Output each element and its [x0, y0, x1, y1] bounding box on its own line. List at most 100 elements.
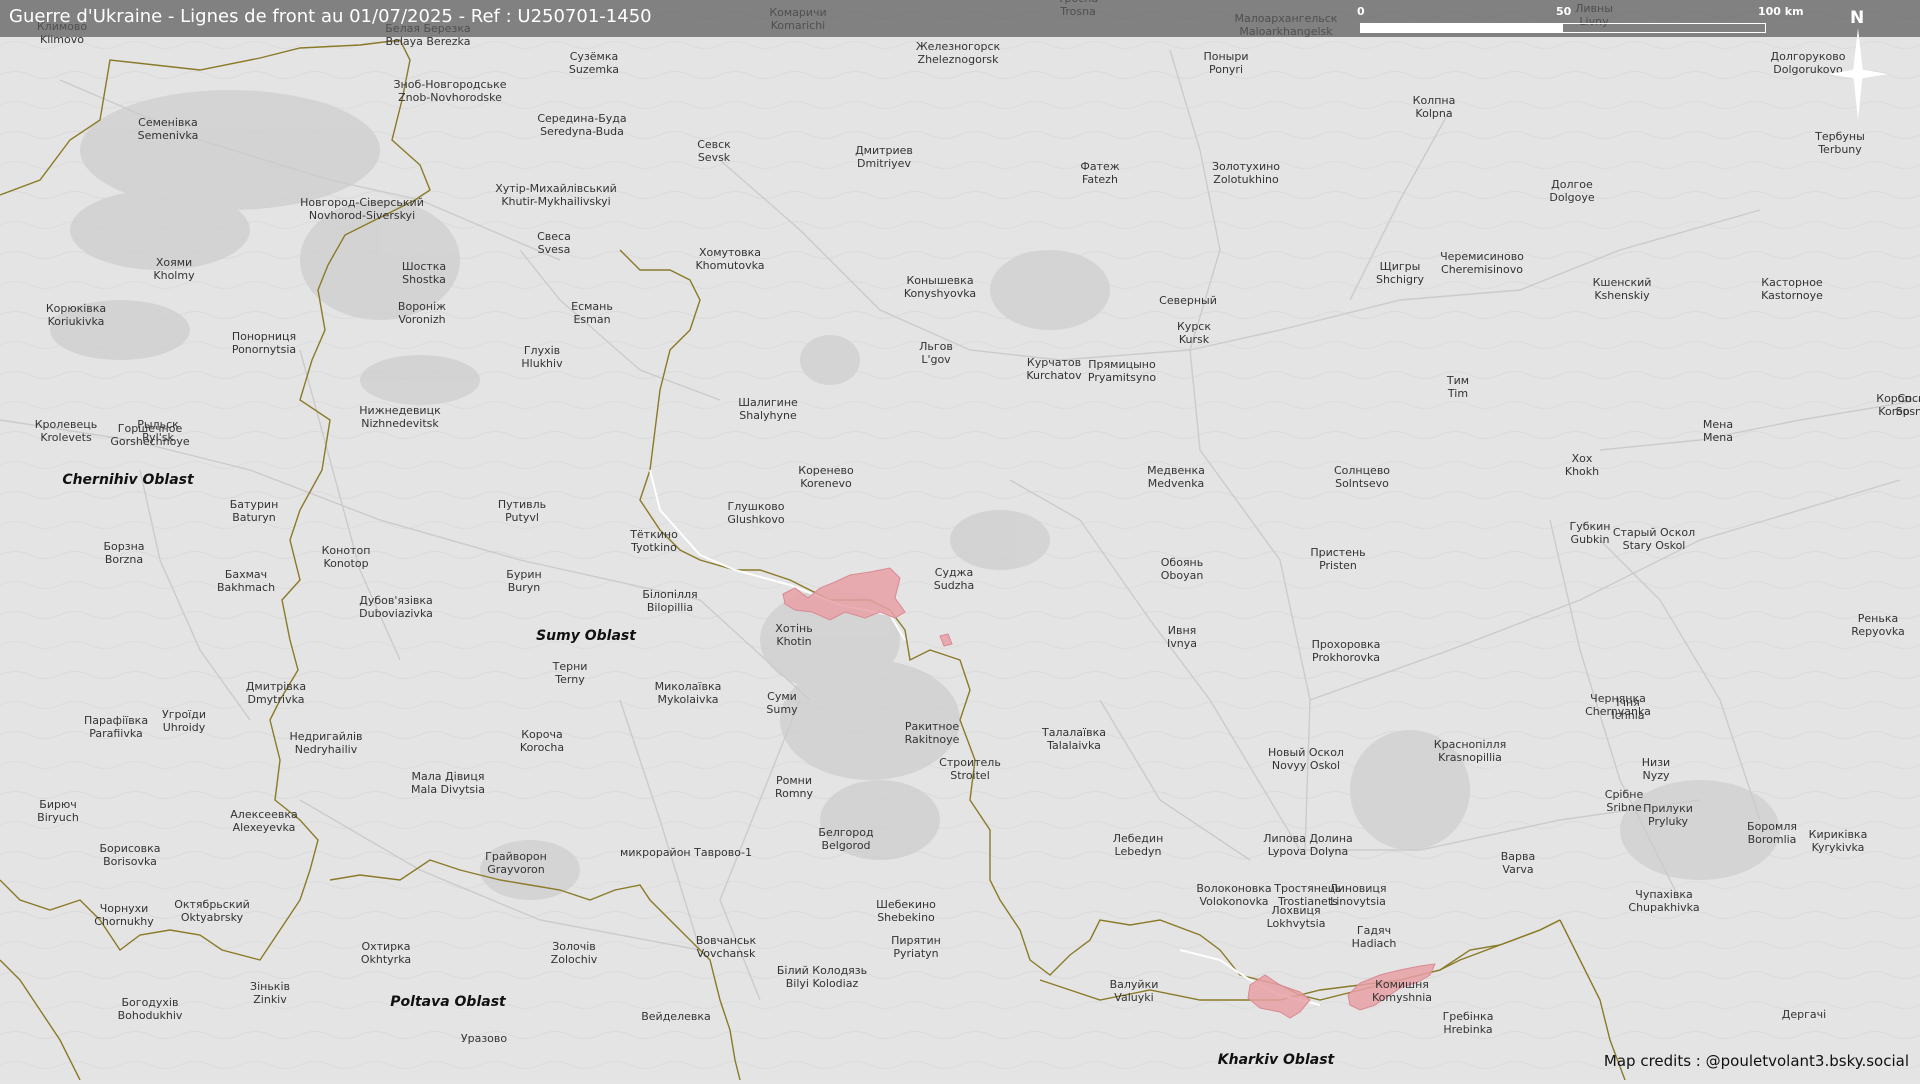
place-name-cyrillic: Мала Дівиця: [412, 770, 485, 783]
place-label: ПрямицыноPryamitsyno: [1088, 358, 1157, 384]
place-name-cyrillic: Нижнедевицк: [359, 404, 441, 417]
place-name-latin: Pristen: [1319, 559, 1357, 572]
place-name-cyrillic: Касторное: [1761, 276, 1823, 289]
place-label: ПонорницяPonornytsia: [232, 330, 296, 356]
place-label: ГоршечноеGorshechnoye: [110, 422, 189, 448]
place-name-latin: Zheleznogorsk: [918, 53, 1000, 66]
place-name-latin: Kurchatov: [1026, 369, 1082, 382]
place-label: ХомутовкаKhomutovka: [695, 246, 764, 272]
place-label: ОбояньOboyan: [1161, 556, 1204, 582]
place-name-cyrillic: Угроїди: [162, 708, 206, 721]
place-name-cyrillic: Дмитриев: [855, 144, 913, 157]
place-label: ГубкинGubkin: [1570, 520, 1611, 546]
place-label: ШебекиноShebekino: [876, 898, 936, 924]
place-label: БуринBuryn: [506, 568, 541, 594]
place-name-latin: Kolpna: [1415, 107, 1452, 120]
compass-star-icon: [1828, 28, 1888, 120]
place-name-cyrillic: Октябрьский: [174, 898, 250, 911]
place-name-cyrillic: Северный: [1159, 294, 1217, 307]
place-label: ПарафіївкаParafiivka: [84, 714, 148, 740]
place-label: СуджаSudzha: [934, 566, 974, 592]
place-label: Северный: [1159, 294, 1217, 307]
place-name-cyrillic: Тёткино: [629, 528, 678, 541]
place-label: ВороніжVoronizh: [398, 300, 446, 326]
place-name-latin: Krasnopillia: [1438, 751, 1502, 764]
place-name-cyrillic: Дмитрівка: [246, 680, 306, 693]
place-label: ЧупахівкаChupakhivka: [1628, 888, 1699, 914]
place-name-cyrillic: Льгов: [919, 340, 953, 353]
place-label: НижнедевицкNizhnedevitsk: [359, 404, 441, 430]
place-name-latin: Novhorod-Siverskyi: [309, 209, 415, 222]
place-label: Дергачі: [1782, 1008, 1826, 1021]
place-name-latin: Repyovka: [1851, 625, 1905, 638]
place-name-cyrillic: Тим: [1446, 374, 1469, 387]
place-name-latin: Stroitel: [950, 769, 990, 782]
scale-label-0: 0: [1357, 5, 1365, 18]
place-name-cyrillic: Чорнухи: [100, 902, 149, 915]
place-name-cyrillic: Горшечное: [118, 422, 183, 435]
place-name-latin: Pryamitsyno: [1088, 371, 1157, 384]
place-label: ШосткаShostka: [402, 260, 446, 286]
place-name-latin: Nedryhailiv: [295, 743, 358, 756]
place-name-cyrillic: Зіньків: [250, 980, 290, 993]
place-name-latin: Prokhorovka: [1312, 651, 1380, 664]
place-label: ЖелезногорскZheleznogorsk: [916, 40, 1001, 66]
place-name-cyrillic: Шостка: [402, 260, 446, 273]
place-label: ВовчанськVovchansk: [696, 934, 757, 960]
place-label: Липова ДолинаLypova Dolyna: [1263, 832, 1353, 858]
place-name-latin: Khokh: [1565, 465, 1599, 478]
map-canvas[interactable]: КомаричиKomarichiТроснаTrosnaМалоарханге…: [0, 0, 1920, 1081]
place-name-cyrillic: Суджа: [935, 566, 973, 579]
place-label: ЛохвицяLokhvytsia: [1267, 904, 1326, 930]
place-label: УгроїдиUhroidy: [162, 708, 206, 734]
place-label: КшенскийKshenskiy: [1593, 276, 1652, 302]
place-name-latin: Suzemka: [569, 63, 619, 76]
place-name-latin: Khotin: [776, 635, 811, 648]
place-name-cyrillic: Бурин: [506, 568, 541, 581]
place-label: КорюківкаKoriukivka: [46, 302, 106, 328]
place-label: ВалуйкиValuyki: [1110, 978, 1159, 1004]
place-label: Мала ДівицяMala Divytsia: [411, 770, 485, 796]
place-name-latin: Konyshyovka: [904, 287, 976, 300]
place-name-cyrillic: Железногорск: [916, 40, 1001, 53]
place-name-cyrillic: Гребінка: [1443, 1010, 1494, 1023]
place-name-cyrillic: Низи: [1642, 756, 1670, 769]
place-name-cyrillic: Белгород: [818, 826, 874, 839]
place-name-cyrillic: Вороніж: [398, 300, 446, 313]
place-name-latin: Koriukivka: [48, 315, 105, 328]
place-name-latin: Korenevo: [800, 477, 852, 490]
place-name-latin: Sribne: [1606, 801, 1642, 814]
place-name-latin: Buryn: [508, 581, 541, 594]
place-name-cyrillic: Хомутовка: [699, 246, 761, 259]
place-name-latin: Sosnytsia: [1896, 405, 1920, 418]
place-label: БелгородBelgorod: [818, 826, 874, 852]
place-label: КорочаKorocha: [520, 728, 564, 754]
place-name-latin: Nyzy: [1642, 769, 1670, 782]
place-label: КолпнаKolpna: [1413, 94, 1456, 120]
place-name-cyrillic: Прохоровка: [1312, 638, 1381, 651]
place-label: Дубов'язівкаDuboviazivka: [359, 594, 433, 620]
place-name-cyrillic: Прилуки: [1643, 802, 1693, 815]
north-label: N: [1850, 8, 1865, 28]
place-label: ЧеремисиновоCheremisinovo: [1440, 250, 1524, 276]
place-name-cyrillic: Ренька: [1858, 612, 1898, 625]
place-name-latin: Fatezh: [1082, 173, 1118, 186]
place-label: СолнцевоSolntsevo: [1334, 464, 1390, 490]
place-name-latin: Alexeyevka: [233, 821, 296, 834]
place-name-latin: Zolotukhino: [1213, 173, 1279, 186]
place-name-cyrillic: Щигры: [1380, 260, 1421, 273]
place-name-latin: Biryuch: [37, 811, 79, 824]
place-name-latin: Terny: [554, 673, 585, 686]
place-name-cyrillic: Хох: [1572, 452, 1593, 465]
place-name-cyrillic: Талалаївка: [1041, 726, 1106, 739]
place-name-latin: Bilopillia: [647, 601, 693, 614]
place-name-cyrillic: Білий Колодязь: [777, 964, 867, 977]
place-name-cyrillic: Миколаївка: [655, 680, 722, 693]
place-name-latin: Talalaivka: [1046, 739, 1101, 752]
place-name-cyrillic: Свеса: [537, 230, 571, 243]
place-name-latin: Kyrykivka: [1812, 841, 1865, 854]
place-name-latin: Esman: [573, 313, 610, 326]
place-name-latin: Duboviazivka: [359, 607, 433, 620]
place-name-cyrillic: Новый Оскол: [1268, 746, 1344, 759]
place-label: КонотопKonotop: [322, 544, 371, 570]
